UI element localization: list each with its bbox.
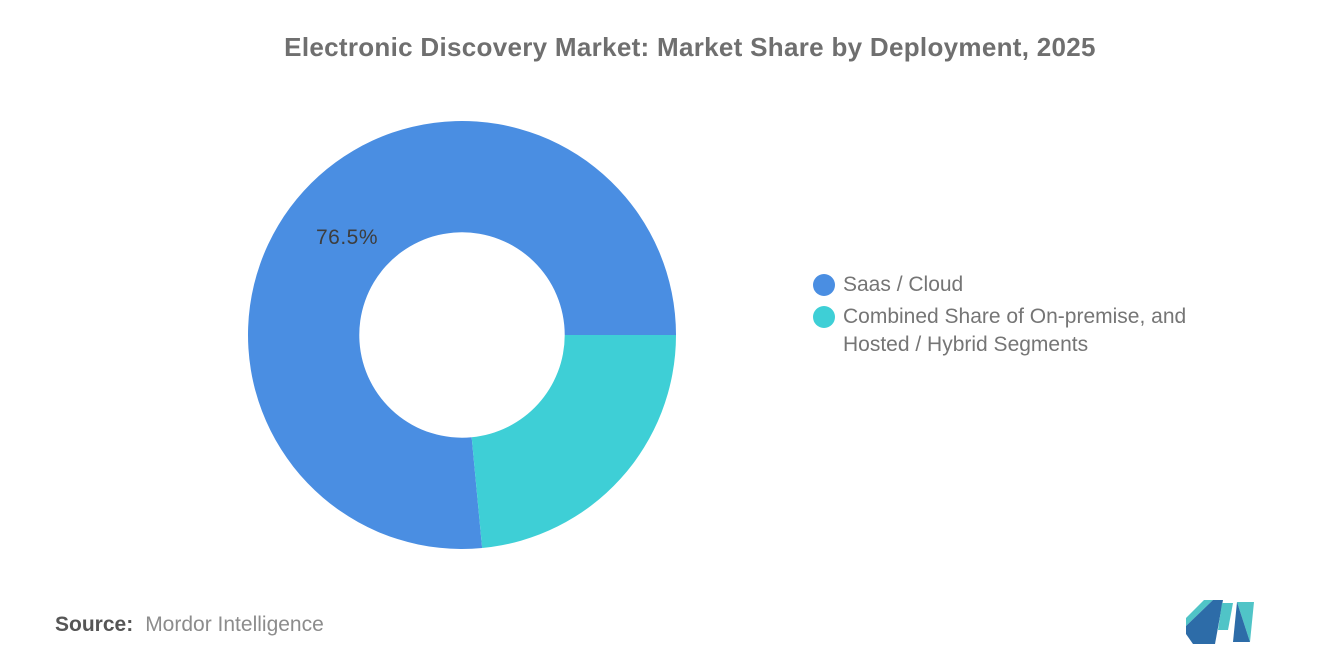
- pie-slice-1[interactable]: [471, 335, 676, 549]
- mordor-intelligence-logo: [1186, 600, 1254, 644]
- chart-canvas: Electronic Discovery Market: Market Shar…: [0, 0, 1320, 665]
- legend-item-label: Combined Share of On-premise, and Hosted…: [843, 305, 1187, 356]
- source-row: Source: Mordor Intelligence: [55, 613, 324, 637]
- legend-item-onpremise-hosted-hybrid[interactable]: Combined Share of On-premise, and Hosted…: [813, 303, 1186, 359]
- source-value: Mordor Intelligence: [145, 613, 324, 636]
- donut-chart: [246, 119, 678, 551]
- chart-title: Electronic Discovery Market: Market Shar…: [284, 32, 1096, 62]
- legend-marker-icon: [813, 306, 835, 328]
- donut-chart-svg: [248, 120, 676, 549]
- legend-item-saas-cloud[interactable]: Saas / Cloud: [813, 271, 1186, 299]
- source-label: Source:: [55, 613, 134, 636]
- legend-item-label: Saas / Cloud: [843, 273, 964, 296]
- chart-legend: Saas / Cloud Combined Share of On-premis…: [813, 271, 1186, 359]
- pie-slice-data-label: 76.5%: [315, 226, 379, 249]
- legend-marker-icon: [813, 274, 835, 296]
